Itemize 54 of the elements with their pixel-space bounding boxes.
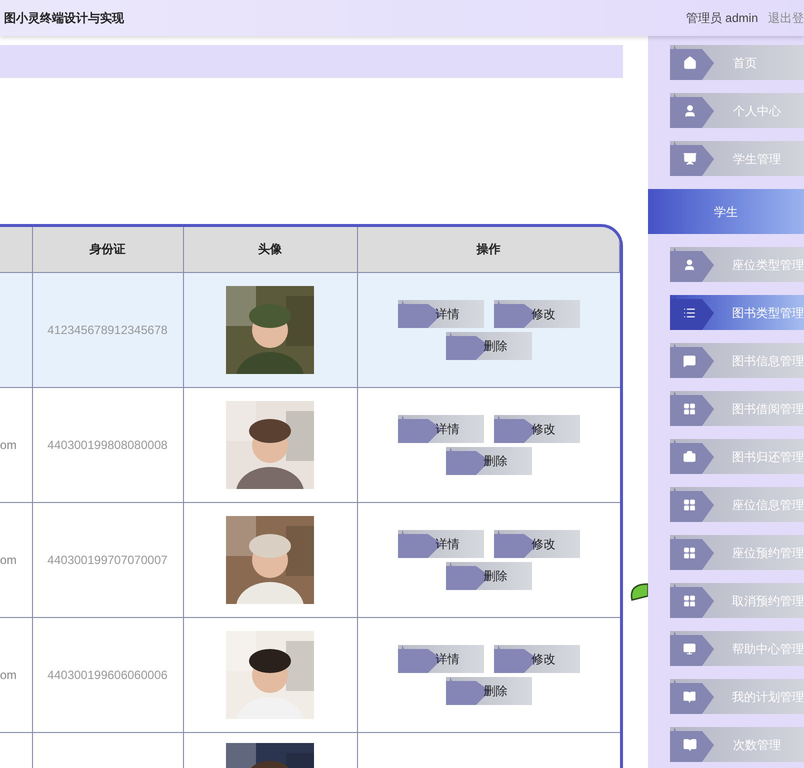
logout-link[interactable]: 退出登 — [768, 9, 804, 27]
tab-shape-icon — [670, 391, 714, 426]
book-icon — [683, 690, 696, 704]
drawer-handle-icon — [628, 582, 648, 602]
tab-shape-icon — [670, 583, 714, 618]
details-button[interactable]: 详情 — [398, 414, 484, 442]
details-button[interactable]: 详情 — [398, 644, 484, 672]
column-header: 操作 — [476, 242, 500, 256]
tab-shape-icon — [670, 535, 714, 570]
tab-shape-icon — [670, 93, 714, 128]
grid-icon — [683, 498, 696, 512]
table-cell-text: om — [0, 666, 18, 684]
grid-icon — [683, 546, 696, 560]
tab-shape-icon — [670, 439, 714, 474]
id-card-cell: 440300199808080008 — [47, 438, 168, 452]
delete-button[interactable]: 删除 — [446, 562, 532, 590]
details-button[interactable]: 详情 — [398, 300, 484, 328]
list-icon — [683, 306, 696, 320]
edit-button[interactable]: 修改 — [494, 300, 580, 328]
user-icon — [683, 258, 696, 272]
delete-button[interactable]: 删除 — [446, 446, 532, 474]
edit-button[interactable]: 修改 — [494, 644, 580, 672]
tab-shape-icon — [670, 679, 714, 714]
menu-item[interactable]: 首页 — [670, 45, 804, 80]
menu-item[interactable]: 图书类型管理 — [670, 295, 804, 330]
table-cell-text: om — [0, 552, 18, 568]
grid-icon — [683, 402, 696, 416]
id-card-cell: 440300199707070007 — [47, 552, 168, 566]
tab-shape-icon — [670, 295, 714, 330]
chat-icon — [683, 354, 696, 368]
tab-shape-icon — [670, 631, 714, 666]
user-icon — [683, 104, 697, 118]
tab-shape-icon — [670, 141, 714, 176]
id-card-cell: 440300199606060006 — [47, 668, 168, 682]
edit-button[interactable]: 修改 — [494, 414, 580, 442]
details-button[interactable]: 详情 — [398, 530, 484, 558]
delete-button[interactable]: 删除 — [446, 676, 532, 704]
tab-shape-icon — [670, 247, 714, 282]
submenu-item[interactable]: 学生 — [648, 189, 804, 234]
id-card-cell: 412345678912345678 — [47, 322, 168, 336]
tab-shape-icon — [670, 487, 714, 522]
briefcase-icon — [683, 450, 696, 464]
column-header: 头像 — [258, 242, 282, 256]
app-title: 图小灵终端设计与实现 — [4, 10, 124, 27]
tab-shape-icon — [670, 45, 714, 80]
tab-shape-icon — [670, 343, 714, 378]
delete-button[interactable]: 删除 — [446, 332, 532, 360]
column-header: 身份证 — [90, 242, 126, 256]
user-label: 管理员 admin — [686, 10, 758, 27]
monitor-icon — [683, 642, 696, 656]
board-icon — [683, 152, 697, 166]
edit-button[interactable]: 修改 — [494, 530, 580, 558]
grid-icon — [683, 594, 696, 608]
table-cell-text: om — [0, 436, 18, 454]
